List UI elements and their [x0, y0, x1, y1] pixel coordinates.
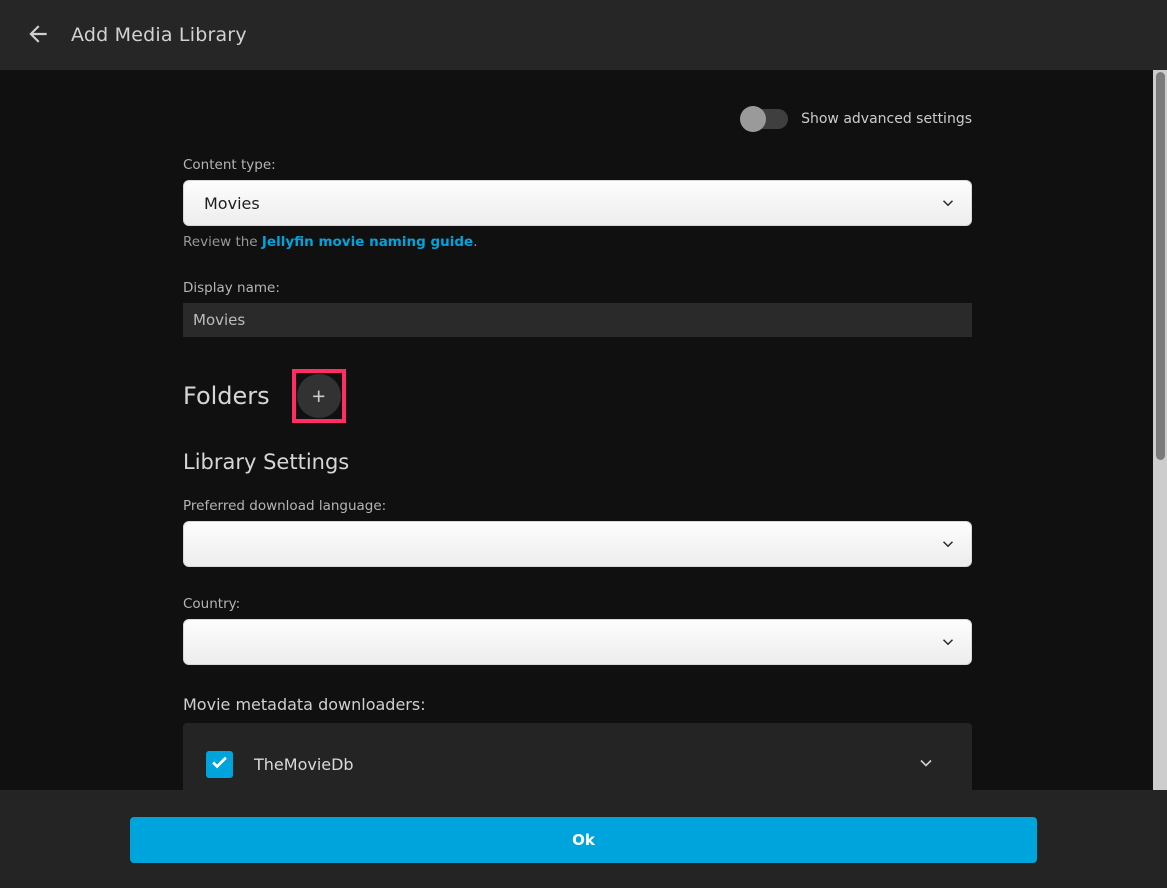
country-label: Country:	[183, 596, 972, 612]
scrollbar-thumb[interactable]	[1156, 72, 1165, 460]
downloader-card: TheMovieDb	[183, 723, 972, 790]
naming-guide-helper: Review the Jellyfin movie naming guide.	[183, 234, 972, 250]
preferred-language-select[interactable]	[183, 521, 972, 567]
content-type-value: Movies	[204, 194, 260, 213]
library-settings-heading: Library Settings	[183, 450, 972, 474]
country-select[interactable]	[183, 619, 972, 665]
page-title: Add Media Library	[71, 24, 247, 46]
plus-icon: +	[297, 374, 341, 418]
ok-button[interactable]: Ok	[130, 817, 1037, 863]
expand-downloader-button[interactable]	[914, 753, 938, 777]
scrollbar-track[interactable]	[1153, 70, 1167, 790]
advanced-settings-label: Show advanced settings	[801, 111, 972, 127]
back-button[interactable]	[18, 15, 58, 55]
helper-prefix: Review the	[183, 234, 262, 250]
naming-guide-link[interactable]: Jellyfin movie naming guide	[262, 234, 473, 250]
advanced-settings-row: Show advanced settings	[183, 106, 972, 132]
chevron-down-icon	[939, 535, 957, 553]
display-name-input[interactable]	[183, 303, 972, 337]
themoviedb-checkbox[interactable]	[206, 751, 233, 778]
add-folder-button[interactable]: +	[292, 369, 346, 423]
dialog-content: Show advanced settings Content type: Mov…	[0, 70, 1153, 790]
checkmark-icon	[210, 753, 229, 776]
helper-suffix: .	[473, 234, 477, 250]
footer-bar: Ok	[0, 790, 1167, 888]
content-type-label: Content type:	[183, 157, 972, 173]
folders-section-header: Folders +	[183, 369, 972, 423]
arrow-left-icon	[25, 21, 51, 50]
chevron-down-icon	[939, 633, 957, 651]
show-advanced-settings-toggle[interactable]	[742, 109, 788, 129]
folders-heading: Folders	[183, 382, 270, 410]
metadata-downloaders-label: Movie metadata downloaders:	[183, 695, 972, 714]
toggle-knob	[740, 106, 766, 132]
chevron-down-icon	[916, 753, 936, 776]
display-name-label: Display name:	[183, 280, 972, 296]
chevron-down-icon	[939, 194, 957, 212]
downloader-row: TheMovieDb	[183, 723, 972, 778]
top-app-bar: Add Media Library	[0, 0, 1167, 70]
content-type-select[interactable]: Movies	[183, 180, 972, 226]
preferred-language-label: Preferred download language:	[183, 498, 972, 514]
downloader-name: TheMovieDb	[254, 755, 354, 774]
